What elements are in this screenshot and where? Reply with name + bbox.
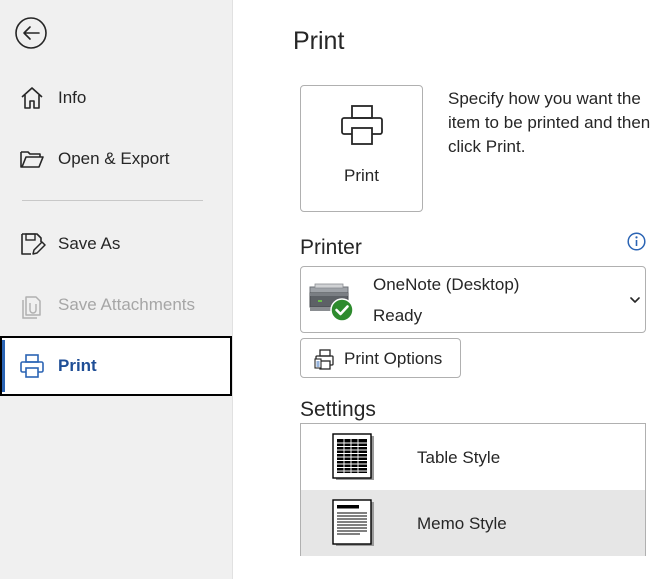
sidebar-item-info[interactable]: Info	[0, 68, 232, 128]
sidebar-item-label: Print	[58, 356, 97, 375]
print-description: Specify how you want the item to be prin…	[448, 89, 651, 156]
info-icon[interactable]	[627, 232, 646, 251]
folder-open-icon	[18, 145, 46, 173]
style-option-label: Memo Style	[417, 514, 507, 533]
printer-name: OneNote (Desktop)	[373, 275, 520, 294]
style-option-label: Table Style	[417, 448, 501, 467]
save-as-icon	[18, 230, 46, 258]
table-style-icon	[332, 433, 376, 486]
sidebar-item-save-as[interactable]: Save As	[0, 214, 232, 274]
back-arrow-icon	[15, 17, 47, 49]
printer-status: Ready	[373, 306, 423, 325]
style-option-table[interactable]: Table Style	[301, 424, 645, 490]
printer-icon	[18, 352, 46, 380]
sidebar-item-open-export[interactable]: Open & Export	[0, 129, 232, 189]
sidebar-item-label: Save As	[58, 234, 121, 253]
sidebar-item-label: Save Attachments	[58, 295, 196, 314]
print-options-label: Print Options	[344, 349, 443, 368]
sidebar-divider	[22, 200, 203, 201]
printer-section-title: Printer	[300, 236, 362, 259]
print-options-icon	[313, 348, 337, 377]
sidebar-item-save-attachments: Save Attachments	[0, 275, 232, 335]
printer-icon	[340, 104, 384, 153]
settings-section-title: Settings	[300, 398, 376, 421]
printer-device-icon	[307, 283, 355, 328]
style-option-memo[interactable]: Memo Style	[301, 490, 645, 556]
print-button[interactable]: Print	[300, 85, 423, 212]
active-indicator	[2, 340, 5, 392]
sidebar-item-print[interactable]: Print	[0, 336, 232, 396]
print-options-button[interactable]: Print Options	[300, 338, 461, 378]
printer-dropdown[interactable]: OneNote (Desktop) Ready	[300, 266, 646, 333]
save-attachments-icon	[18, 291, 46, 319]
backstage-sidebar: Info Open & Export Save As Save Attachme…	[0, 0, 233, 579]
print-button-label: Print	[344, 166, 379, 185]
page-title: Print	[293, 27, 345, 55]
print-style-list: Table Style Memo Style	[300, 423, 646, 556]
chevron-down-icon	[629, 293, 641, 311]
sidebar-item-label: Info	[58, 88, 87, 107]
back-button[interactable]	[14, 16, 48, 50]
home-icon	[18, 84, 46, 112]
sidebar-item-label: Open & Export	[58, 149, 170, 168]
memo-style-icon	[332, 499, 376, 552]
